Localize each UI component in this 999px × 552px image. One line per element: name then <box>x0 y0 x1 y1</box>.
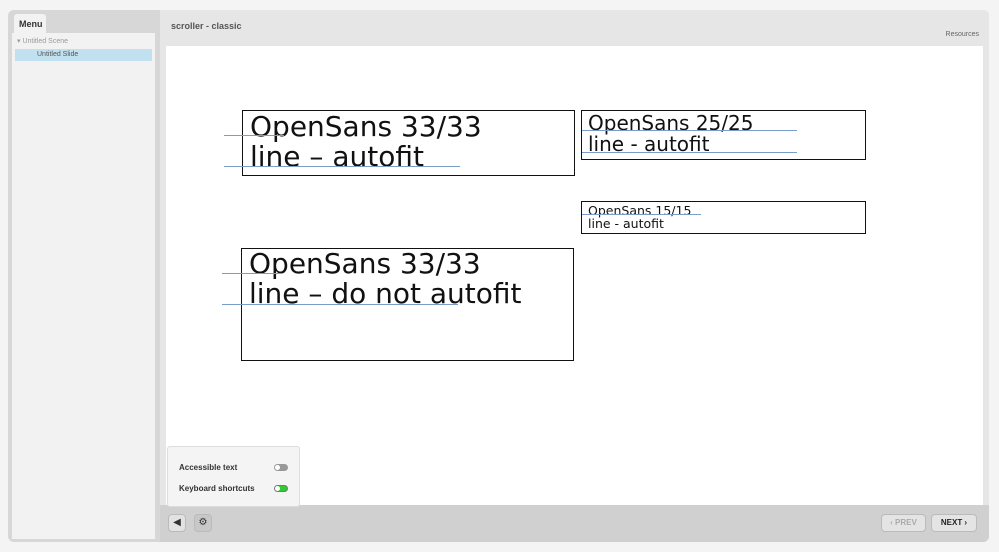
scene-label: Untitled Scene <box>22 38 68 45</box>
prev-button[interactable]: ‹ PREV <box>881 514 926 532</box>
gear-icon[interactable]: ⚙ <box>194 514 212 532</box>
volume-icon[interactable]: ◀ <box>168 514 186 532</box>
text-box-15-autofit[interactable]: OpenSans 15/15 line - autofit <box>581 201 866 234</box>
course-title: scroller - classic <box>171 21 242 31</box>
text-line: line – autofit <box>250 140 424 173</box>
accessible-text-toggle[interactable] <box>274 464 288 471</box>
text-line: line - autofit <box>588 216 664 231</box>
sidebar: ▾ Untitled Scene Untitled Slide <box>12 33 155 539</box>
bottom-bar: ◀ ⚙ ‹ PREV NEXT › <box>160 505 989 542</box>
accessible-text-label: Accessible text <box>179 463 238 472</box>
settings-popup: Accessible text Keyboard shortcuts <box>167 446 300 507</box>
slide-item[interactable]: Untitled Slide <box>15 49 152 61</box>
keyboard-shortcuts-toggle[interactable] <box>274 485 288 492</box>
keyboard-shortcuts-label: Keyboard shortcuts <box>179 484 255 493</box>
resources-link[interactable]: Resources <box>946 31 979 38</box>
scene-item[interactable]: ▾ Untitled Scene <box>17 37 68 45</box>
text-line: OpenSans 33/33 <box>249 247 481 280</box>
tab-menu[interactable]: Menu <box>14 14 46 34</box>
text-line: OpenSans 33/33 <box>250 110 482 143</box>
next-button[interactable]: NEXT › <box>931 514 977 532</box>
